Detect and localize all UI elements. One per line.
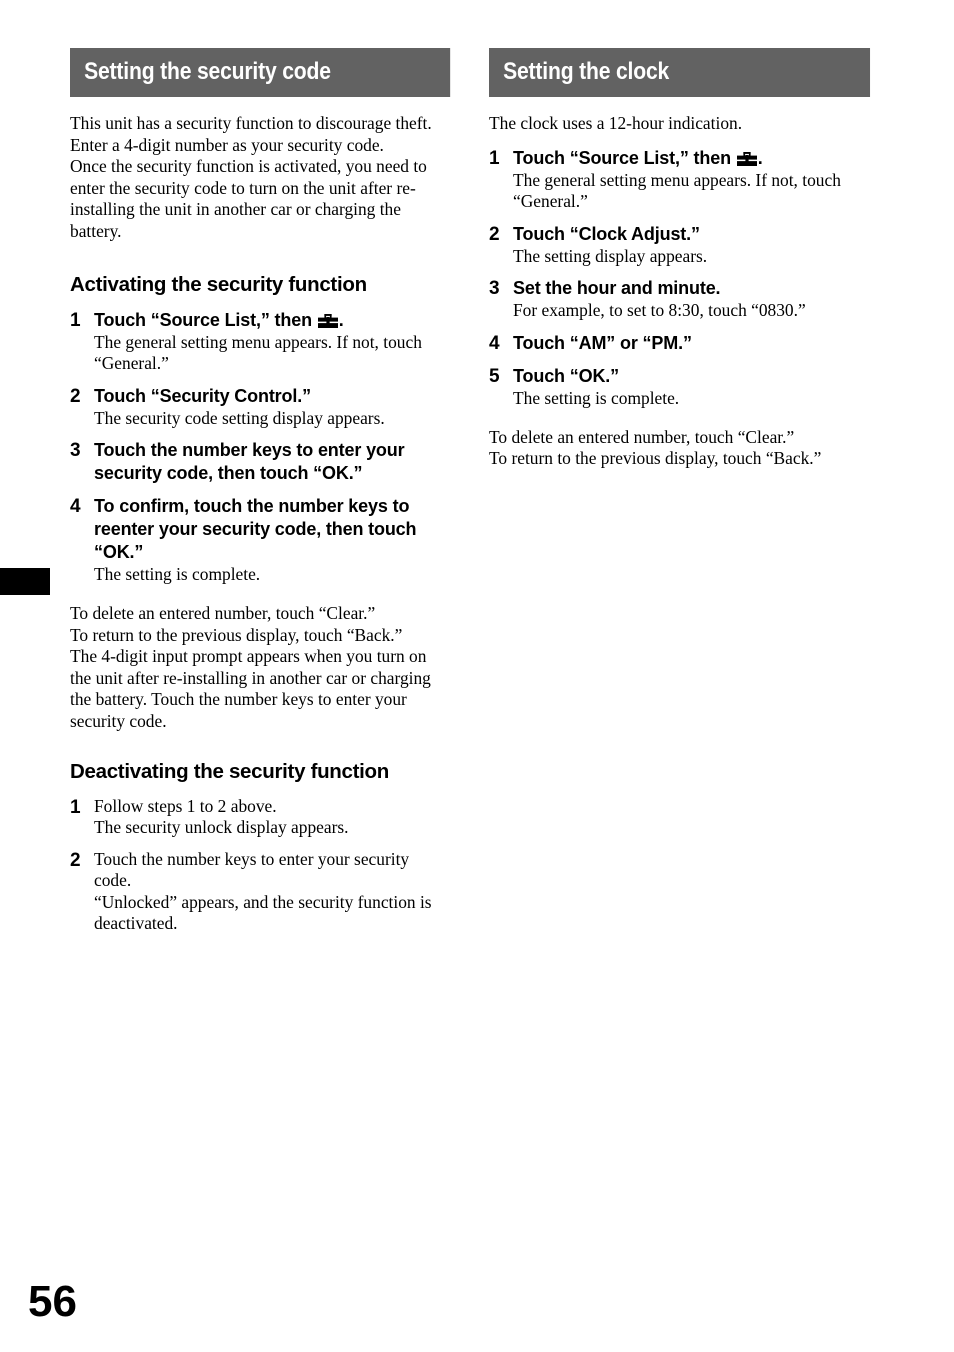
step-title-text-before-icon: Touch “Source List,” then: [94, 309, 317, 330]
page-number: 56: [28, 1277, 77, 1326]
deactivating-steps-list: 1 Follow steps 1 to 2 above. The securit…: [70, 796, 450, 936]
step-title: To confirm, touch the number keys to ree…: [94, 496, 417, 563]
toolbox-icon: [317, 311, 338, 328]
step-description: The general setting menu appears. If not…: [94, 331, 422, 374]
step-title-text-after-icon: .: [757, 147, 763, 168]
subheading-activating: Activating the security function: [70, 272, 367, 296]
step-title: Set the hour and minute.: [513, 278, 721, 299]
step-title: Touch the number keys to enter your secu…: [94, 848, 410, 891]
step-description: “Unlocked” appears, and the security fun…: [94, 891, 432, 934]
note-paragraph-prompt: The 4-digit input prompt appears when yo…: [70, 646, 431, 731]
clock-steps-list: 1 Touch “Source List,” then . The genera…: [489, 147, 870, 410]
step-number: 1: [70, 796, 81, 818]
step-description: The security unlock display appears.: [94, 817, 349, 838]
list-item: 1 Touch “Source List,” then . The genera…: [489, 147, 870, 213]
list-item: 3 Touch the number keys to enter your se…: [70, 439, 450, 485]
intro-paragraph-1: This unit has a security function to dis…: [70, 113, 432, 155]
list-item: 2 Touch the number keys to enter your se…: [70, 849, 450, 935]
list-item: 3 Set the hour and minute. For example, …: [489, 277, 870, 322]
step-number: 5: [489, 365, 500, 387]
section-header-clock: Setting the clock: [489, 48, 870, 97]
subheading-deactivating: Deactivating the security function: [70, 759, 390, 783]
list-item: 2 Touch “Clock Adjust.” The setting disp…: [489, 223, 870, 268]
step-title: Touch “Security Control.”: [94, 385, 311, 406]
step-title: Follow steps 1 to 2 above.: [94, 795, 277, 816]
step-title-text-before-icon: Touch “Source List,” then: [513, 147, 736, 168]
section-header-clock-label: Setting the clock: [503, 58, 670, 85]
step-description: For example, to set to 8:30, touch “0830…: [513, 300, 806, 321]
step-title: Touch “OK.”: [513, 365, 620, 386]
page-edge-tab: [0, 568, 50, 595]
clock-note-line-clear: To delete an entered number, touch “Clea…: [489, 426, 795, 447]
step-description: The general setting menu appears. If not…: [513, 169, 841, 212]
step-title: Touch “Source List,” then .: [513, 147, 870, 170]
step-number: 1: [489, 147, 500, 169]
step-number: 4: [70, 496, 81, 518]
step-number: 2: [70, 385, 81, 407]
step-number: 1: [70, 309, 81, 331]
section-header-security-code-label: Setting the security code: [84, 58, 331, 85]
section-header-security-code: Setting the security code: [70, 48, 450, 97]
step-description: The setting is complete.: [94, 564, 261, 585]
intro-paragraph-2: Once the security function is activated,…: [70, 156, 427, 241]
note-line-clear: To delete an entered number, touch “Clea…: [70, 602, 376, 623]
step-description: The setting is complete.: [513, 387, 680, 408]
clock-note-line-back: To return to the previous display, touch…: [489, 448, 822, 469]
list-item: 1 Touch “Source List,” then . The genera…: [70, 309, 450, 375]
clock-intro-paragraph: The clock uses a 12-hour indication.: [489, 113, 743, 133]
toolbox-icon: [736, 149, 757, 166]
list-item: 2 Touch “Security Control.” The security…: [70, 385, 450, 430]
note-line-back: To return to the previous display, touch…: [70, 624, 403, 645]
list-item: 5 Touch “OK.” The setting is complete.: [489, 365, 870, 410]
activating-steps-list: 1 Touch “Source List,” then . The genera…: [70, 309, 450, 586]
list-item: 4 Touch “AM” or “PM.”: [489, 332, 870, 355]
step-title-text-after-icon: .: [338, 309, 344, 330]
step-number: 2: [489, 223, 500, 245]
step-number: 4: [489, 332, 500, 354]
right-column: Setting the clock The clock uses a 12-ho…: [489, 48, 870, 470]
step-title: Touch “Source List,” then .: [94, 309, 450, 332]
step-number: 3: [489, 278, 500, 300]
step-number: 2: [70, 849, 81, 871]
step-description: The setting display appears.: [513, 245, 708, 266]
step-number: 3: [70, 440, 81, 462]
step-title: Touch the number keys to enter your secu…: [94, 440, 405, 484]
step-title: Touch “Clock Adjust.”: [513, 223, 700, 244]
list-item: 1 Follow steps 1 to 2 above. The securit…: [70, 796, 450, 839]
list-item: 4 To confirm, touch the number keys to r…: [70, 495, 450, 586]
step-description: The security code setting display appear…: [94, 407, 385, 428]
manual-page: Setting the security code This unit has …: [0, 0, 954, 1352]
left-column: Setting the security code This unit has …: [70, 48, 450, 935]
step-title: Touch “AM” or “PM.”: [513, 332, 692, 353]
